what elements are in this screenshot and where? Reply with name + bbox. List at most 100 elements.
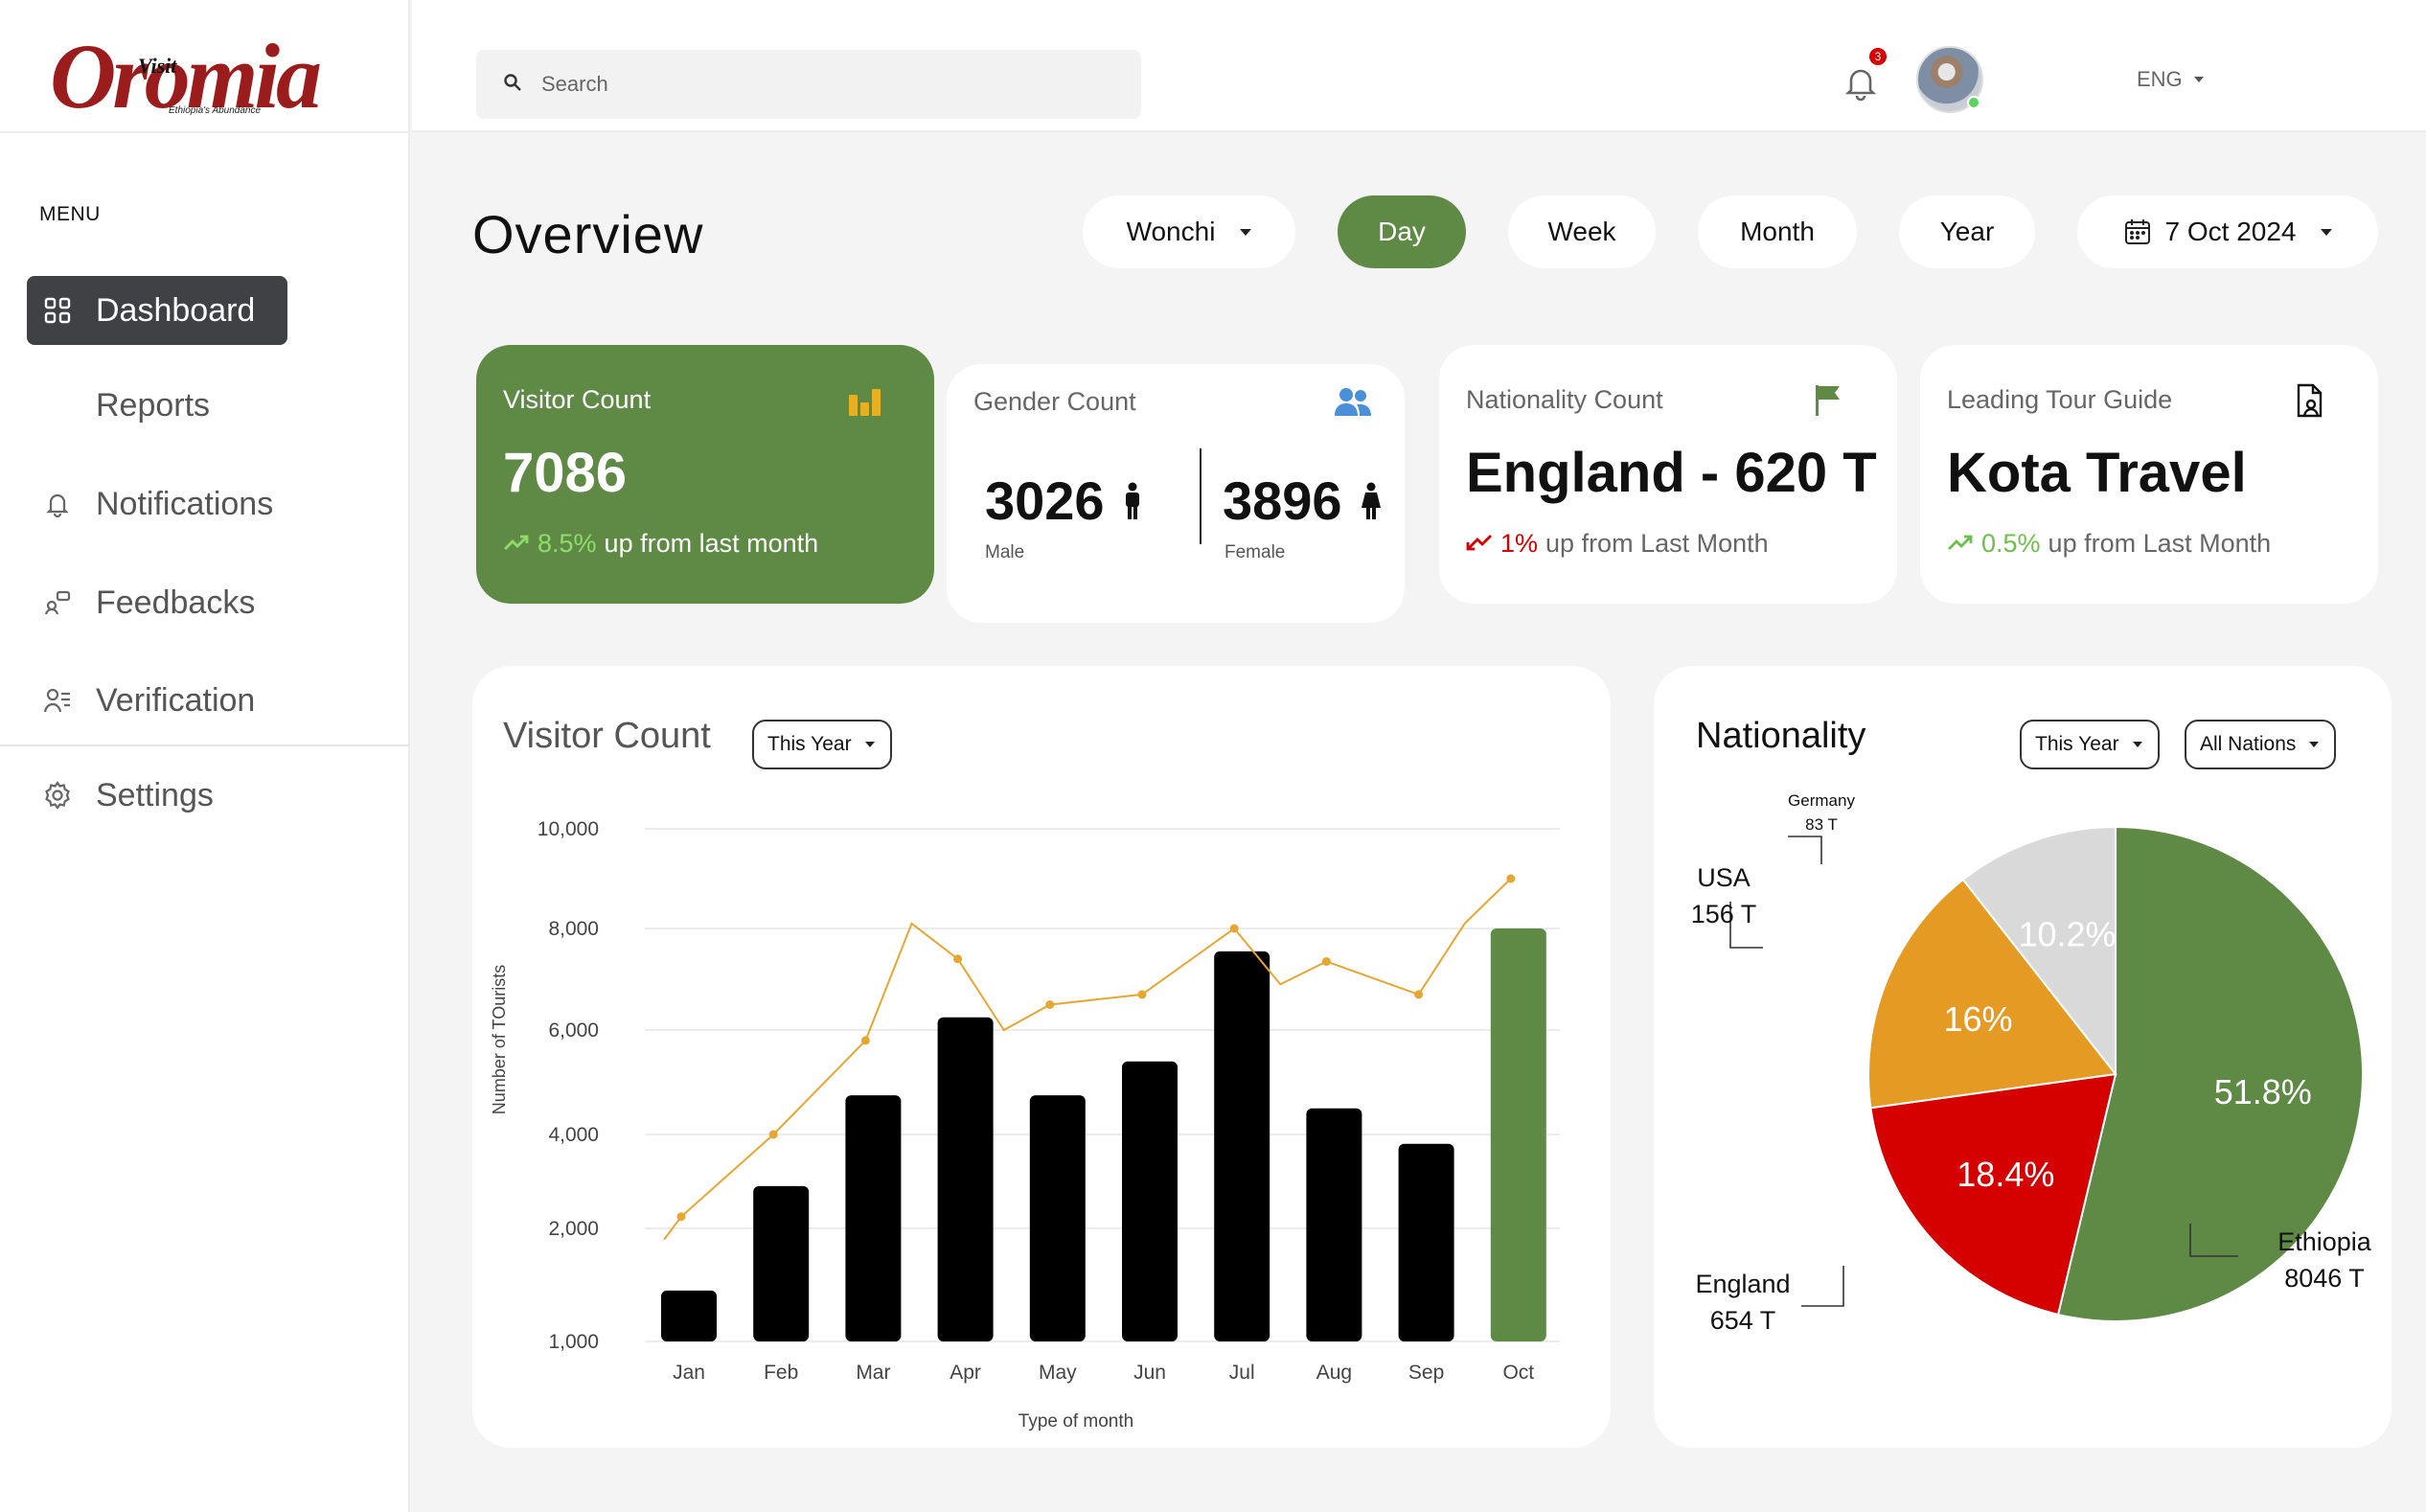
line-series xyxy=(663,878,1512,1241)
chevron-down-icon xyxy=(2193,77,2204,82)
line-point xyxy=(1414,990,1424,999)
sidebar-item-feedbacks[interactable]: Feedbacks xyxy=(27,568,287,637)
menu-caption: MENU xyxy=(39,203,101,225)
line-point xyxy=(1506,874,1516,883)
period-day-button[interactable]: Day xyxy=(1338,195,1466,268)
nationality-count-value: England - 620 T xyxy=(1466,442,1877,504)
slice-percent-label: 51.8% xyxy=(2214,1072,2312,1111)
trend-down-icon xyxy=(1466,529,1493,559)
location-label: Wonchi xyxy=(1126,217,1216,246)
line-point xyxy=(768,1130,778,1139)
callout-line xyxy=(1801,1266,1844,1307)
sidebar-item-settings[interactable]: Settings xyxy=(27,761,287,830)
visitor-count-card[interactable]: Visitor Count 7086 8.5% up from last mon… xyxy=(476,345,934,604)
bar xyxy=(1029,1095,1086,1341)
x-tick-label: Mar xyxy=(856,1362,890,1384)
search-input[interactable] xyxy=(541,72,1078,97)
chevron-down-icon xyxy=(1240,228,1252,236)
change-text: up from Last Month xyxy=(1545,529,1769,558)
gender-count-card[interactable]: Gender Count 3026 Male 3896 Female xyxy=(947,364,1405,623)
callout-value: 654 T xyxy=(1710,1306,1776,1335)
search-icon xyxy=(503,73,522,97)
trend-up-icon xyxy=(503,529,530,559)
period-label: Year xyxy=(1939,217,1995,246)
y-axis-title: Number of TOurists xyxy=(490,965,509,1114)
language-label: ENG xyxy=(2137,67,2183,91)
callout-value: 156 T xyxy=(1691,900,1757,928)
callout-name: Germany xyxy=(1788,791,1855,810)
sidebar-item-label: Dashboard xyxy=(96,291,256,329)
callout-name: Ethiopia xyxy=(2277,1227,2372,1256)
search-box[interactable] xyxy=(476,50,1141,119)
sidebar-divider xyxy=(0,131,410,133)
male-label: Male xyxy=(985,542,1025,562)
calendar-icon xyxy=(2123,218,2152,246)
male-icon xyxy=(1122,482,1143,520)
bar xyxy=(1122,1061,1178,1341)
bar xyxy=(1398,1143,1454,1341)
visitor-bar-chart: 1,000 2,000 4,000 6,000 8,000 10,000 Type of m… xyxy=(490,818,1560,1432)
sidebar-item-reports[interactable]: Reports xyxy=(27,371,287,440)
line-point xyxy=(1045,1000,1055,1009)
period-week-button[interactable]: Week xyxy=(1508,195,1656,268)
feedback-icon xyxy=(38,584,77,622)
sidebar-item-dashboard[interactable]: Dashboard xyxy=(27,276,287,345)
bar xyxy=(845,1095,902,1341)
y-tick-label: 1,000 xyxy=(548,1331,599,1353)
bar xyxy=(937,1017,994,1341)
notification-badge: 3 xyxy=(1869,48,1887,65)
date-picker[interactable]: 7 Oct 2024 xyxy=(2077,195,2378,268)
gear-icon xyxy=(38,776,77,814)
male-count: 3026 xyxy=(985,470,1143,532)
card-label: Leading Tour Guide xyxy=(1947,385,2173,414)
y-tick-label: 2,000 xyxy=(548,1218,599,1240)
flag-icon xyxy=(1809,381,1847,420)
x-tick-label: May xyxy=(1039,1362,1077,1384)
line-point xyxy=(676,1212,686,1222)
notification-bell-icon[interactable] xyxy=(1840,61,1882,103)
language-selector[interactable]: ENG xyxy=(2137,67,2204,92)
sidebar-item-label: Reports xyxy=(96,386,211,424)
period-label: Day xyxy=(1378,217,1426,246)
trend-up-icon xyxy=(1947,529,1974,559)
callout-name: USA xyxy=(1697,863,1751,892)
oromia-logo[interactable]: Oromia Visit Ethiopia's Abundance xyxy=(48,15,322,125)
bar xyxy=(1214,951,1270,1341)
y-tick-label: 4,000 xyxy=(548,1124,599,1146)
change-percent: 8.5% xyxy=(538,529,597,558)
card-label: Visitor Count xyxy=(503,385,652,414)
grid-icon xyxy=(38,291,77,330)
sidebar-item-label: Notifications xyxy=(96,485,274,522)
sidebar-item-notifications[interactable]: Notifications xyxy=(27,470,287,538)
nationality-count-card[interactable]: Nationality Count England - 620 T 1% up … xyxy=(1439,345,1897,604)
leading-tour-guide-card[interactable]: Leading Tour Guide Kota Travel 0.5% up f… xyxy=(1920,345,2378,604)
nationality-panel: Nationality This Year All Nations 51.8% E… xyxy=(1654,666,2392,1448)
period-year-button[interactable]: Year xyxy=(1899,195,2035,268)
nationality-pie-chart: 51.8% Ethiopia 8046 T 18.4% England 654 T 16% U… xyxy=(1691,791,2372,1335)
change-percent: 0.5% xyxy=(1981,529,2041,558)
sidebar-divider xyxy=(0,745,410,746)
x-tick-label: Apr xyxy=(950,1362,981,1384)
bell-icon xyxy=(38,485,77,523)
line-point xyxy=(1229,924,1239,933)
line-point xyxy=(1321,956,1331,966)
period-label: Month xyxy=(1740,217,1815,246)
period-month-button[interactable]: Month xyxy=(1698,195,1857,268)
female-label: Female xyxy=(1224,542,1286,562)
slice-percent-label: 10.2% xyxy=(2018,915,2116,954)
online-status-dot xyxy=(1967,96,1980,109)
y-tick-label: 10,000 xyxy=(538,818,599,840)
change-percent: 1% xyxy=(1500,529,1539,558)
gender-divider xyxy=(1200,448,1202,544)
user-file-icon xyxy=(2290,381,2328,420)
visitor-count-panel: Visitor Count This Year 1,000 2,000 4,000 6… xyxy=(472,666,1611,1448)
line-point xyxy=(953,954,963,964)
reports-spacer xyxy=(38,386,77,424)
sidebar-item-verification[interactable]: Verification xyxy=(27,666,287,735)
location-dropdown[interactable]: Wonchi xyxy=(1083,195,1295,268)
x-tick-label: Jul xyxy=(1229,1362,1255,1384)
card-label: Gender Count xyxy=(973,387,1136,416)
tour-guide-name: Kota Travel xyxy=(1947,442,2247,504)
y-tick-label: 8,000 xyxy=(548,918,599,940)
page-title: Overview xyxy=(472,204,704,264)
